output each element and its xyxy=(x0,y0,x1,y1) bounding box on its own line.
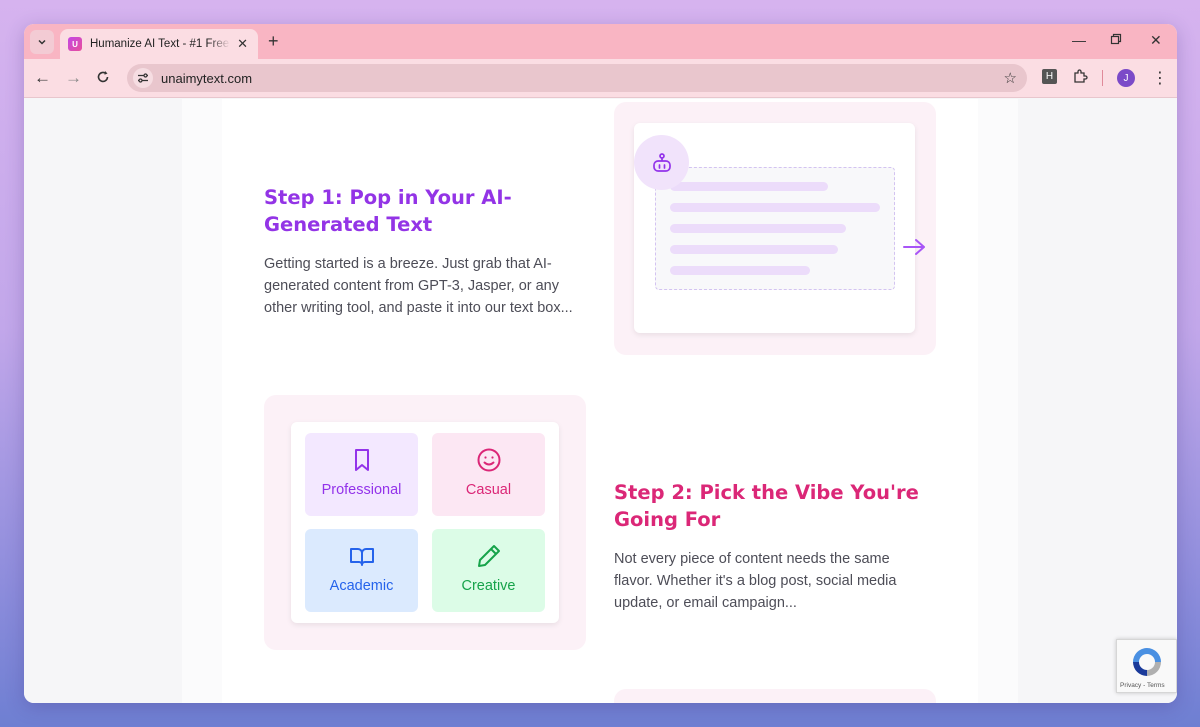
site-favicon: U xyxy=(68,37,82,51)
text-line-placeholder xyxy=(670,245,838,254)
pencil-icon xyxy=(477,545,500,567)
robot-badge xyxy=(634,135,689,190)
step2-title-line1: Step 2: Pick the Vibe You're xyxy=(614,481,919,504)
browser-window: U Humanize AI Text - #1 Free AI Humanize… xyxy=(24,24,1177,703)
close-window-button[interactable]: ✕ xyxy=(1150,32,1162,49)
step1-description: Getting started is a breeze. Just grab t… xyxy=(264,253,573,319)
step2-title: Step 2: Pick the Vibe You're Going For xyxy=(614,479,919,533)
step2-desc-line: flavor. Whether it's a blog post, social… xyxy=(614,573,897,589)
step2-desc-line: Not every piece of content needs the sam… xyxy=(614,551,890,567)
site-info-icon[interactable] xyxy=(133,68,153,88)
restore-button[interactable] xyxy=(1110,32,1122,48)
text-line-placeholder xyxy=(670,266,810,275)
tab-search-button[interactable] xyxy=(30,30,54,54)
step3-illustration-partial xyxy=(614,689,936,703)
recaptcha-logo-icon xyxy=(1133,648,1161,676)
step1-desc-line: generated content from GPT-3, Jasper, or… xyxy=(264,278,559,294)
smile-icon xyxy=(477,448,500,472)
step1-desc-line: Getting started is a breeze. Just grab t… xyxy=(264,256,552,272)
text-line-placeholder xyxy=(670,224,846,233)
back-button[interactable]: ← xyxy=(34,68,51,88)
extension-h-button[interactable]: H xyxy=(1042,69,1057,84)
step2-description: Not every piece of content needs the sam… xyxy=(614,548,896,614)
text-line-placeholder xyxy=(670,203,880,212)
puzzle-icon xyxy=(1074,69,1088,83)
tone-label: Professional xyxy=(321,482,402,498)
step2-desc-line: update, or email campaign... xyxy=(614,595,797,611)
reload-icon xyxy=(97,71,109,83)
step1-desc-line: other writing tool, and paste it into ou… xyxy=(264,300,573,316)
tab-strip: U Humanize AI Text - #1 Free AI Humanize… xyxy=(24,24,1177,59)
extension-h-icon: H xyxy=(1042,69,1057,84)
recaptcha-badge[interactable]: Privacy - Terms xyxy=(1116,639,1177,693)
text-line-placeholder xyxy=(670,182,828,191)
tone-option-professional[interactable]: Professional xyxy=(305,433,418,516)
bookmark-icon xyxy=(354,449,369,471)
book-open-icon xyxy=(349,548,374,566)
reload-button[interactable] xyxy=(96,69,110,89)
extensions-button[interactable] xyxy=(1072,68,1088,89)
url-text: unaimytext.com xyxy=(161,70,253,86)
minimize-button[interactable]: — xyxy=(1072,32,1086,48)
tab-close-icon[interactable]: ✕ xyxy=(237,36,248,52)
active-tab[interactable]: U Humanize AI Text - #1 Free AI Humanize… xyxy=(60,29,258,59)
step2-illustration: Professional Casual Academic Creative xyxy=(264,395,586,650)
avatar: J xyxy=(1117,69,1135,87)
step1-title-line2: Generated Text xyxy=(264,213,433,236)
tone-option-creative[interactable]: Creative xyxy=(432,529,545,612)
recaptcha-privacy-terms[interactable]: Privacy - Terms xyxy=(1120,682,1165,689)
step1-illustration xyxy=(614,102,936,355)
arrow-right-icon xyxy=(902,237,928,262)
step1-title-line1: Step 1: Pop in Your AI- xyxy=(264,186,512,209)
tone-option-casual[interactable]: Casual xyxy=(432,433,545,516)
profile-button[interactable]: J xyxy=(1117,69,1135,87)
tone-label: Creative xyxy=(461,578,516,594)
tone-label: Academic xyxy=(329,578,394,594)
browser-toolbar: ← → unaimytext.com ☆ H J ⋮ xyxy=(24,59,1177,98)
toolbar-divider xyxy=(1102,70,1103,86)
robot-icon xyxy=(652,152,671,172)
step2-title-line2: Going For xyxy=(614,508,721,531)
tone-picker-mockup: Professional Casual Academic Creative xyxy=(291,422,559,623)
paste-drop-zone xyxy=(655,167,895,290)
chevron-down-icon xyxy=(38,39,46,45)
page-viewport: Step 1: Pop in Your AI- Generated Text G… xyxy=(24,99,1177,703)
tab-title: Humanize AI Text - #1 Free AI Humanizer xyxy=(90,38,230,50)
tune-icon xyxy=(138,73,148,83)
restore-icon xyxy=(1110,33,1122,45)
tone-option-academic[interactable]: Academic xyxy=(305,529,418,612)
step1-title: Step 1: Pop in Your AI- Generated Text xyxy=(264,184,512,238)
tone-label: Casual xyxy=(465,482,512,498)
menu-kebab-icon[interactable]: ⋮ xyxy=(1152,68,1168,88)
address-bar[interactable]: unaimytext.com ☆ xyxy=(127,64,1027,92)
forward-button[interactable]: → xyxy=(65,68,82,88)
new-tab-button[interactable]: + xyxy=(268,32,279,50)
bookmark-star-icon[interactable]: ☆ xyxy=(1004,69,1017,87)
